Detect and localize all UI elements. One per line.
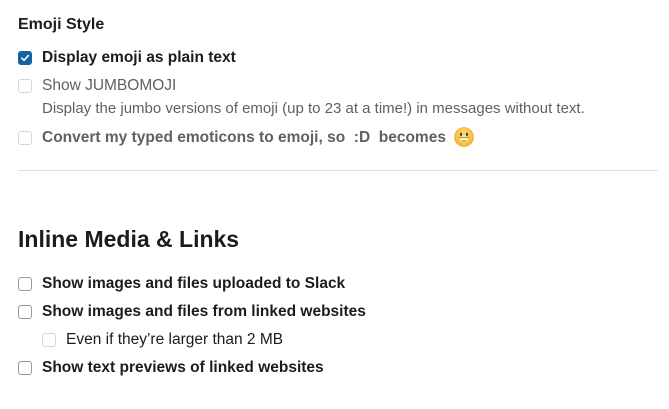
larger-than-2mb-option[interactable]: Even if they’re larger than 2 MB [42, 329, 283, 351]
larger-than-2mb-label: Even if they’re larger than 2 MB [66, 331, 284, 348]
show-linked-files-option[interactable]: Show images and files from linked websit… [18, 301, 366, 323]
convert-emoticons-checkbox[interactable] [18, 131, 32, 145]
show-uploaded-files-checkbox[interactable] [18, 277, 32, 291]
convert-emoticons-option[interactable]: Convert my typed emoticons to emoji, so … [18, 127, 475, 149]
jumbomoji-label: Show JUMBOMOJI [42, 77, 177, 94]
section-divider [18, 170, 658, 171]
larger-than-2mb-checkbox[interactable] [42, 333, 56, 347]
display-emoji-plain-text-checkbox[interactable] [18, 51, 32, 65]
show-text-previews-option[interactable]: Show text previews of linked websites [18, 357, 324, 379]
grinning-face-icon [454, 127, 475, 147]
jumbomoji-checkbox[interactable] [18, 79, 32, 93]
show-linked-files-label: Show images and files from linked websit… [42, 303, 366, 320]
display-emoji-plain-text-label: Display emoji as plain text [42, 49, 236, 66]
show-text-previews-label: Show text previews of linked websites [42, 359, 324, 376]
show-uploaded-files-option[interactable]: Show images and files uploaded to Slack [18, 273, 345, 295]
show-uploaded-files-label: Show images and files uploaded to Slack [42, 275, 346, 292]
convert-emoticons-label: Convert my typed emoticons to emoji, so … [42, 127, 475, 148]
checkmark-icon [21, 54, 30, 62]
convert-emoticons-text: Convert my typed emoticons to emoji, so … [42, 129, 446, 147]
jumbomoji-option[interactable]: Show JUMBOMOJI [18, 75, 176, 97]
inline-media-heading: Inline Media & Links [18, 226, 240, 252]
show-linked-files-checkbox[interactable] [18, 305, 32, 319]
emoji-style-heading: Emoji Style [18, 16, 105, 33]
jumbomoji-hint: Display the jumbo versions of emoji (up … [42, 100, 585, 117]
display-emoji-plain-text-option[interactable]: Display emoji as plain text [18, 47, 236, 69]
show-text-previews-checkbox[interactable] [18, 361, 32, 375]
